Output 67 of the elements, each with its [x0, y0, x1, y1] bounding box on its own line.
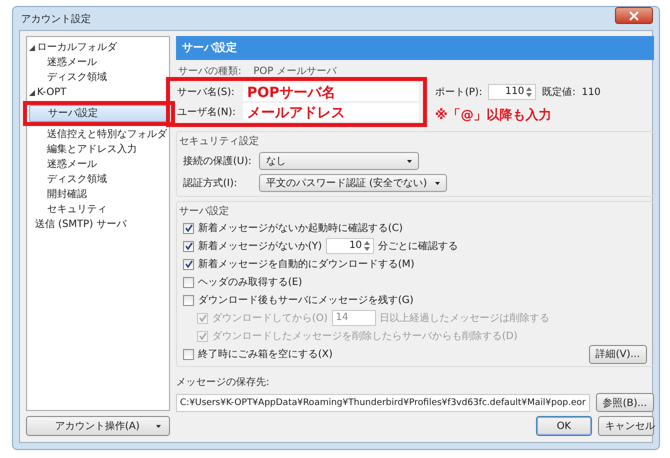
option-label: ダウンロードしてから(O): [212, 312, 328, 325]
checkbox[interactable]: [183, 240, 194, 252]
group-title: セキュリティ設定: [179, 134, 260, 148]
field-label: ユーザ名(N):: [177, 106, 237, 119]
connection-security-dropdown[interactable]: なし: [259, 152, 419, 170]
option-label: 新着メッセージがないか(Y): [198, 240, 322, 253]
annotation-note: ※「@」以降も入力: [435, 106, 553, 124]
checkbox[interactable]: [183, 222, 194, 234]
account-actions-button[interactable]: アカウント操作(A): [26, 416, 170, 436]
check-icon: [198, 332, 206, 340]
option-label: ダウンロードしたメッセージを削除したらサーバからも削除する(D): [212, 330, 518, 343]
tree-item[interactable]: ローカルフォルダ: [29, 40, 167, 55]
tree-item[interactable]: セキュリティ: [29, 202, 167, 217]
tree-item[interactable]: 迷惑メール: [29, 55, 167, 70]
close-button[interactable]: [615, 7, 653, 24]
option-label: ヘッダのみ取得する(E): [198, 276, 302, 289]
tree-item[interactable]: 送信 (SMTP) サーバ: [29, 217, 167, 232]
option-label: 新着メッセージがないか起動時に確認する(C): [198, 222, 403, 235]
spinner-icon: [364, 240, 370, 252]
tree-item[interactable]: 迷惑メール: [29, 157, 167, 172]
field-label: サーバ名(S):: [177, 86, 236, 99]
checkbox[interactable]: [183, 348, 194, 360]
option-label: 新着メッセージを自動的にダウンロードする(M): [198, 258, 414, 271]
tree-item[interactable]: K-OPT: [29, 85, 167, 100]
dropdown-icon: [407, 160, 412, 162]
tree-item[interactable]: 送信控えと特別なフォルダ: [29, 127, 167, 142]
tree-item[interactable]: ディスク領域: [29, 70, 167, 85]
check-icon: [184, 224, 192, 232]
panel-header: サーバ設定: [176, 36, 654, 60]
checkbox[interactable]: [183, 258, 194, 270]
option-label: 終了時にごみ箱を空にする(X): [198, 348, 333, 361]
server-name-field[interactable]: POPサーバ名: [243, 83, 419, 101]
storage-label: メッセージの保存先:: [176, 376, 270, 389]
field-label: 接続の保護(U):: [183, 154, 252, 168]
tree-item[interactable]: サーバ設定: [29, 105, 167, 122]
advanced-button[interactable]: 詳細(V)...: [588, 344, 647, 364]
check-icon: [184, 260, 192, 268]
option-label: 分ごとに確認する: [378, 240, 458, 253]
tree-item[interactable]: ディスク領域: [29, 172, 167, 187]
server-type-value: POP メールサーバ: [253, 65, 336, 77]
default-value: 110: [582, 86, 601, 98]
checkbox[interactable]: [183, 294, 194, 306]
tree-item[interactable]: 編集とアドレス入力: [29, 142, 167, 157]
option-label: 日以上経過したメッセージは削除する: [380, 312, 550, 325]
close-icon: [629, 10, 639, 20]
check-icon: [184, 242, 192, 250]
number-field[interactable]: 10: [326, 238, 374, 254]
tree-item[interactable]: 開封確認: [29, 187, 167, 202]
option-label: ダウンロード後もサーバにメッセージを残す(G): [198, 294, 414, 307]
dropdown-icon: [156, 424, 161, 428]
auth-method-dropdown[interactable]: 平文のパスワード認証 (安全でない): [259, 174, 447, 192]
spinner-icon: [526, 86, 532, 98]
field-label: 認証方式(I):: [183, 176, 238, 190]
dropdown-icon: [434, 182, 440, 184]
cancel-button[interactable]: キャンセル: [598, 416, 654, 436]
check-icon: [198, 314, 206, 322]
storage-path-field[interactable]: C:¥Users¥K-OPT¥AppData¥Roaming¥Thunderbird¥Profiles¥f3vd63fc.default¥Mail¥pop.eor: [176, 394, 590, 412]
checkbox[interactable]: [183, 276, 194, 288]
browse-button[interactable]: 参照(B)...: [596, 393, 654, 412]
port-field[interactable]: 110: [488, 84, 536, 100]
group-title: サーバ設定: [179, 204, 230, 218]
ok-button[interactable]: OK: [536, 416, 592, 436]
port-label: ポート(P):: [435, 86, 482, 99]
server-type-label: サーバの種類:: [178, 64, 242, 77]
user-name-field[interactable]: メールアドレス: [243, 103, 419, 121]
default-label: 既定値:: [542, 86, 576, 99]
window-title: アカウント設定: [20, 12, 91, 26]
